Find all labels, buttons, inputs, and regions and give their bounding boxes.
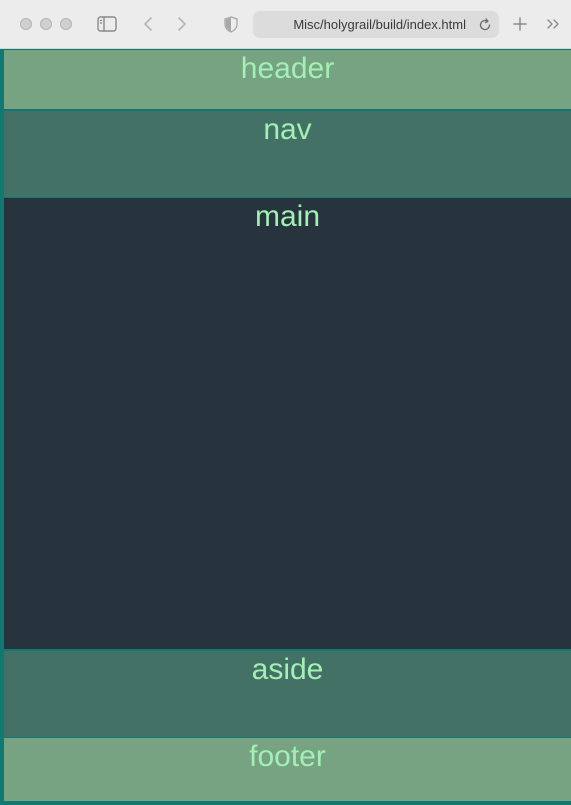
footer-label: footer (249, 740, 326, 773)
shield-icon[interactable] (222, 13, 240, 35)
aside-region: aside (4, 651, 571, 737)
chevron-right-icon[interactable] (172, 13, 192, 35)
url-text: Misc/holygrail/build/index.html (293, 17, 466, 32)
aside-label: aside (251, 653, 324, 686)
zoom-window-button[interactable] (60, 18, 72, 30)
nav-region: nav (4, 111, 571, 197)
page-viewport: header nav main aside footer (0, 49, 571, 805)
close-window-button[interactable] (20, 18, 32, 30)
plus-icon[interactable] (509, 13, 531, 35)
nav-label: nav (263, 113, 312, 146)
browser-toolbar: Misc/holygrail/build/index.html (0, 0, 571, 49)
footer-region: footer (4, 738, 571, 801)
sidebar-icon[interactable] (96, 13, 118, 35)
reload-icon[interactable] (476, 16, 494, 34)
minimize-window-button[interactable] (40, 18, 52, 30)
chevron-left-icon[interactable] (138, 13, 158, 35)
header-region: header (4, 50, 571, 109)
main-region: main (4, 198, 571, 649)
address-fade (253, 11, 293, 38)
main-label: main (254, 200, 321, 233)
header-label: header (240, 52, 335, 85)
double-chevron-icon[interactable] (543, 13, 563, 35)
address-bar[interactable]: Misc/holygrail/build/index.html (253, 11, 499, 38)
